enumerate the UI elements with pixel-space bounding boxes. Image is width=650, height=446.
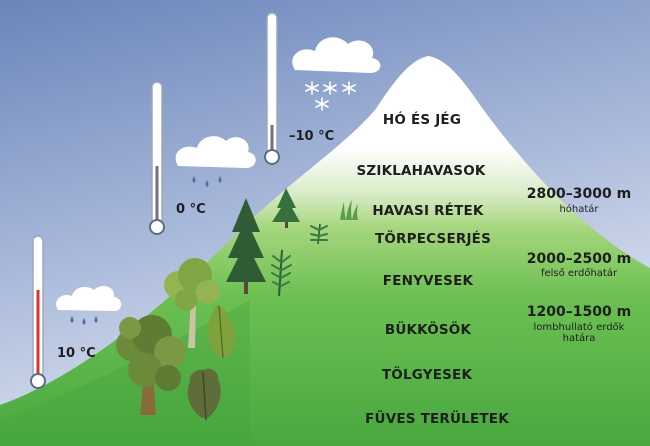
snowline-label: hóhatár [559, 204, 599, 215]
zone-label-conifers: FENYVESEK [382, 273, 474, 289]
deciduous-limit-label-line1: lombhullató erdők [533, 322, 625, 333]
thermometer-icon [149, 81, 165, 235]
dwarf-pine-icon [310, 223, 328, 245]
zone-label-alpine-meadows: HAVASI RÉTEK [372, 203, 484, 219]
zone-label-grasslands: FÜVES TERÜLETEK [365, 411, 509, 427]
temperature-high: –10 °C [289, 129, 335, 144]
zone-label-oak-forests: TÖLGYESEK [381, 367, 473, 383]
treeline-altitude: 2000–2500 m [526, 251, 632, 267]
deciduous-limit-altitude: 1200–1500 m [526, 304, 632, 320]
zone-label-dwarf-shrubs: TÖRPECSERJÉS [374, 231, 492, 247]
temperature-mid: 0 °C [176, 202, 206, 217]
thermometer-icon [30, 235, 46, 389]
treeline-label: felső erdőhatár [540, 268, 618, 279]
scene-graphic [0, 0, 650, 446]
temperature-low: 10 °C [57, 346, 96, 361]
zone-label-snow-ice: HÓ ÉS JÉG [382, 112, 462, 128]
thermometer-icon [264, 12, 280, 165]
altitude-zonation-diagram: HÓ ÉS JÉG SZIKLAHAVASOK HAVASI RÉTEK TÖR… [0, 0, 650, 446]
deciduous-limit-label-line2: határa [562, 333, 596, 344]
snowline-altitude: 2800–3000 m [526, 186, 632, 202]
zone-label-rocky-alpine: SZIKLAHAVASOK [356, 163, 486, 179]
zone-label-beech-forests: BÜKKÖSÖK [384, 322, 472, 338]
